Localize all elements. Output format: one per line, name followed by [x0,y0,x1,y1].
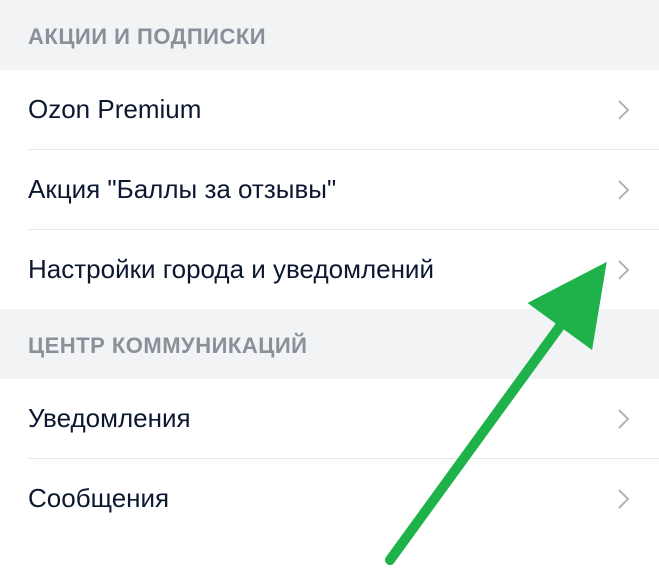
item-city-notifications[interactable]: Настройки города и уведомлений [28,230,659,309]
list-item-label: Ozon Premium [28,94,201,125]
item-review-points[interactable]: Акция "Баллы за отзывы" [28,150,659,230]
item-notifications[interactable]: Уведомления [28,379,659,459]
section-group-promotions: Ozon Premium Акция "Баллы за отзывы" Нас… [0,70,659,309]
chevron-right-icon [617,258,631,282]
section-group-communications: Уведомления Сообщения [0,379,659,538]
list-item-label: Настройки города и уведомлений [28,254,434,285]
chevron-right-icon [617,98,631,122]
section-header-label: АКЦИИ И ПОДПИСКИ [28,24,266,49]
chevron-right-icon [617,487,631,511]
item-messages[interactable]: Сообщения [28,459,659,538]
chevron-right-icon [617,407,631,431]
list-item-label: Уведомления [28,403,191,434]
chevron-right-icon [617,178,631,202]
section-header-communications: ЦЕНТР КОММУНИКАЦИЙ [0,309,659,379]
section-header-label: ЦЕНТР КОММУНИКАЦИЙ [28,333,307,358]
item-ozon-premium[interactable]: Ozon Premium [28,70,659,150]
list-item-label: Акция "Баллы за отзывы" [28,174,336,205]
settings-list: АКЦИИ И ПОДПИСКИ Ozon Premium Акция "Бал… [0,0,659,538]
list-item-label: Сообщения [28,483,169,514]
section-header-promotions: АКЦИИ И ПОДПИСКИ [0,0,659,70]
